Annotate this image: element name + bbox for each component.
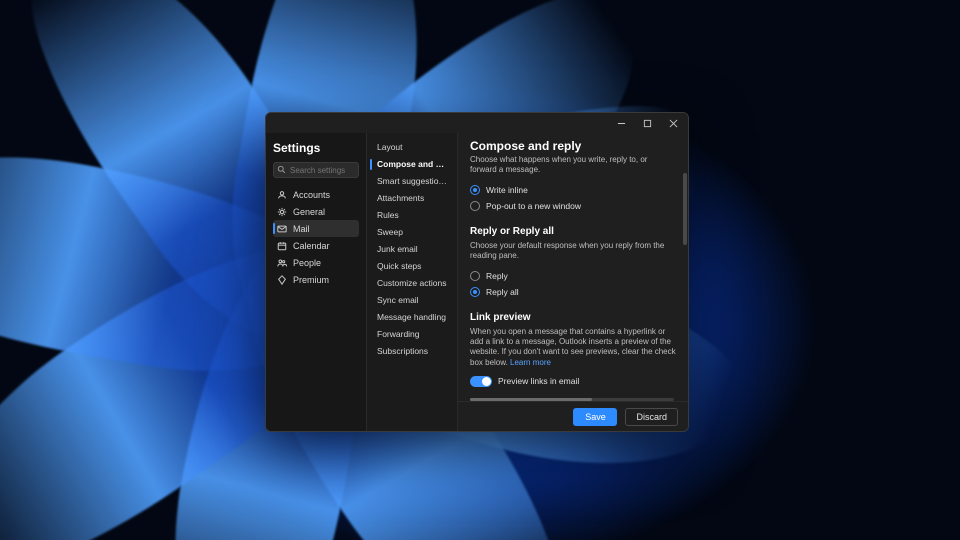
subnav-sync-email[interactable]: Sync email <box>367 292 457 309</box>
scrollbar-horizontal[interactable] <box>470 398 674 401</box>
sidebar-item-label: Accounts <box>293 190 330 200</box>
discard-button[interactable]: Discard <box>625 408 678 426</box>
subnav-subscriptions[interactable]: Subscriptions <box>367 343 457 360</box>
section-title-link-preview: Link preview <box>470 312 676 323</box>
subnav-layout[interactable]: Layout <box>367 139 457 156</box>
sidebar-secondary: Layout Compose and reply Smart suggestio… <box>366 133 458 431</box>
calendar-icon <box>277 241 287 251</box>
subnav-forwarding[interactable]: Forwarding <box>367 326 457 343</box>
subnav-smart-suggestions[interactable]: Smart suggestions <box>367 173 457 190</box>
sidebar-item-label: Premium <box>293 275 329 285</box>
page-title: Settings <box>273 141 359 155</box>
sidebar-primary: Settings Accounts General Mail <box>266 133 366 431</box>
section-desc: When you open a message that contains a … <box>470 327 676 369</box>
subnav-customize-actions[interactable]: Customize actions <box>367 275 457 292</box>
radio-reply-all[interactable]: Reply all <box>470 284 676 300</box>
sidebar-item-premium[interactable]: Premium <box>273 271 359 288</box>
footer: Save Discard <box>458 401 688 431</box>
sidebar-item-general[interactable]: General <box>273 203 359 220</box>
search-icon <box>277 165 286 174</box>
save-button[interactable]: Save <box>573 408 617 426</box>
minimize-button[interactable] <box>608 113 634 133</box>
link-preview-desc-text: When you open a message that contains a … <box>470 327 676 367</box>
gear-icon <box>277 207 287 217</box>
people-icon <box>277 258 287 268</box>
radio-icon <box>470 185 480 195</box>
maximize-button[interactable] <box>634 113 660 133</box>
section-desc: Choose what happens when you write, repl… <box>470 155 676 176</box>
search-wrap <box>273 162 359 178</box>
subnav-rules[interactable]: Rules <box>367 207 457 224</box>
sidebar-item-calendar[interactable]: Calendar <box>273 237 359 254</box>
radio-label: Reply <box>486 271 508 281</box>
sidebar-item-label: Calendar <box>293 241 330 251</box>
titlebar <box>266 113 688 133</box>
radio-label: Reply all <box>486 287 519 297</box>
sidebar-item-label: People <box>293 258 321 268</box>
radio-label: Pop-out to a new window <box>486 201 581 211</box>
toggle-icon <box>470 376 492 387</box>
sidebar-item-label: Mail <box>293 224 310 234</box>
subnav-quick-steps[interactable]: Quick steps <box>367 258 457 275</box>
radio-icon <box>470 201 480 211</box>
diamond-icon <box>277 275 287 285</box>
radio-icon <box>470 287 480 297</box>
sidebar-item-accounts[interactable]: Accounts <box>273 186 359 203</box>
subnav-attachments[interactable]: Attachments <box>367 190 457 207</box>
sidebar-item-people[interactable]: People <box>273 254 359 271</box>
radio-label: Write inline <box>486 185 528 195</box>
section-title-reply: Reply or Reply all <box>470 226 676 237</box>
radio-pop-out[interactable]: Pop-out to a new window <box>470 198 676 214</box>
subnav-message-handling[interactable]: Message handling <box>367 309 457 326</box>
scrollbar-vertical[interactable] <box>683 173 687 245</box>
close-button[interactable] <box>660 113 686 133</box>
sidebar-item-label: General <box>293 207 325 217</box>
subnav-sweep[interactable]: Sweep <box>367 224 457 241</box>
section-desc: Choose your default response when you re… <box>470 241 676 262</box>
subnav-junk-email[interactable]: Junk email <box>367 241 457 258</box>
settings-window: Settings Accounts General Mail <box>265 112 689 432</box>
radio-write-inline[interactable]: Write inline <box>470 182 676 198</box>
scroll-area[interactable]: Choose what happens when you write, repl… <box>458 155 688 401</box>
learn-more-link[interactable]: Learn more <box>510 358 551 367</box>
radio-icon <box>470 271 480 281</box>
subnav-compose-and-reply[interactable]: Compose and reply <box>367 156 457 173</box>
content-heading: Compose and reply <box>458 133 688 155</box>
mail-icon <box>277 224 287 234</box>
toggle-label: Preview links in email <box>498 376 579 386</box>
sidebar-item-mail[interactable]: Mail <box>273 220 359 237</box>
person-icon <box>277 190 287 200</box>
radio-reply[interactable]: Reply <box>470 268 676 284</box>
content-pane: Compose and reply Choose what happens wh… <box>458 133 688 431</box>
toggle-preview-links[interactable]: Preview links in email <box>470 374 676 388</box>
